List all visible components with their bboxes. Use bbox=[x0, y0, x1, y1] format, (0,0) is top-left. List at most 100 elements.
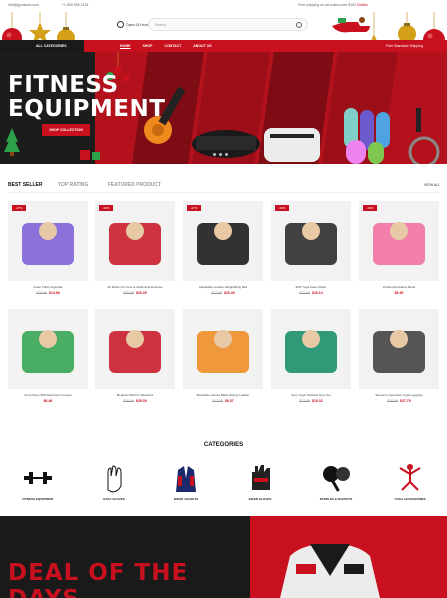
sale-price: $16.14 bbox=[312, 291, 323, 295]
discount-badge: -19% bbox=[363, 205, 377, 211]
product-name[interactable]: Medicine Ball For Workouts bbox=[95, 393, 175, 397]
deal-title-line1: DEAL OF THE bbox=[8, 560, 189, 586]
old-price: $35.99 bbox=[123, 291, 134, 295]
category-item[interactable]: BIKER JACKETS bbox=[156, 462, 216, 506]
product-image[interactable] bbox=[95, 309, 175, 389]
category-label[interactable]: BIKER JACKETS bbox=[156, 497, 216, 501]
product-card[interactable]: -33% EPP Yoga Foam Roller $23.99 $16.14 bbox=[271, 201, 351, 299]
product-tabs: BEST SELLER TOP RATING FEATURED PRODUCT … bbox=[8, 182, 440, 194]
search-icon[interactable] bbox=[296, 22, 302, 28]
product-name[interactable]: Women's Seamless Yoga Leggings bbox=[359, 393, 439, 397]
jacket-icon[interactable] bbox=[170, 462, 202, 494]
site-header: Open 24 Hours Search... bbox=[0, 12, 447, 52]
all-categories-button[interactable]: ALL CATEGORIES bbox=[0, 40, 84, 52]
dumbbell-icon[interactable] bbox=[22, 462, 54, 494]
sale-price: $14.66 bbox=[49, 291, 60, 295]
product-name[interactable]: Motorbike Gloves Black Racing Leather bbox=[183, 393, 263, 397]
category-label[interactable]: FITNESS EQUIPMENT bbox=[8, 497, 68, 501]
product-name[interactable]: Foam Thick Yoga Mat bbox=[8, 285, 88, 289]
discount-badge: -27% bbox=[12, 205, 26, 211]
category-item[interactable]: PADDLES & RACKETS bbox=[306, 462, 366, 506]
hero-title-line2: EQUIPMENT bbox=[8, 96, 166, 122]
contact-phone[interactable]: +1 800 555 1234 bbox=[62, 3, 88, 7]
shipping-details-link[interactable]: Details bbox=[357, 3, 368, 7]
category-label[interactable]: BIKER GLOVES bbox=[230, 497, 290, 501]
product-card[interactable]: Sexy Yoga Tracksuit Gym Set $13.99 $10.32 bbox=[271, 309, 351, 407]
sale-price: $20.49 bbox=[224, 291, 235, 295]
sale-price: $25.29 bbox=[136, 291, 147, 295]
product-card[interactable]: -27% Adjustable Leather Weightlifting Bel… bbox=[183, 201, 263, 299]
tab-featured-product[interactable]: FEATURED PRODUCT bbox=[108, 182, 161, 188]
product-price: $35.99 $25.29 bbox=[95, 291, 175, 295]
tab-top-rating[interactable]: TOP RATING bbox=[58, 182, 88, 188]
product-name[interactable]: Sexy Yoga Tracksuit Gym Set bbox=[271, 393, 351, 397]
product-price: $27.99 $20.49 bbox=[183, 291, 263, 295]
biker-glove-icon[interactable] bbox=[244, 462, 276, 494]
old-price: $27.99 bbox=[211, 291, 222, 295]
product-price: $13.99 $9.37 bbox=[183, 399, 263, 403]
product-card[interactable]: Jump Rope With Electronic Counter $6.46 bbox=[8, 309, 88, 407]
tab-best-seller[interactable]: BEST SELLER bbox=[8, 182, 42, 188]
glove-icon[interactable] bbox=[98, 462, 130, 494]
old-price: $13.99 bbox=[212, 399, 223, 403]
product-name[interactable]: Infinite Resistance Band bbox=[359, 285, 439, 289]
product-price: $39.99 $27.79 bbox=[359, 399, 439, 403]
product-image[interactable] bbox=[359, 201, 439, 281]
product-image[interactable] bbox=[271, 309, 351, 389]
product-name[interactable]: Adjustable Leather Weightlifting Belt bbox=[183, 285, 263, 289]
product-name[interactable]: Ab Roller Pro Core & Abdominal Exercise bbox=[95, 285, 175, 289]
sale-price: $9.37 bbox=[224, 399, 234, 403]
nav-item-contact[interactable]: CONTACT bbox=[164, 44, 181, 48]
sale-price: $29.39 bbox=[136, 399, 147, 403]
product-card[interactable]: -30% Ab Roller Pro Core & Abdominal Exerc… bbox=[95, 201, 175, 299]
product-image[interactable] bbox=[95, 201, 175, 281]
category-item[interactable]: BIKER GLOVES bbox=[230, 462, 290, 506]
slider-dot[interactable] bbox=[225, 153, 228, 156]
product-image[interactable] bbox=[8, 201, 88, 281]
product-price: $23.99 $16.14 bbox=[271, 291, 351, 295]
tabs-divider bbox=[8, 192, 440, 193]
old-price: $13.99 bbox=[299, 399, 310, 403]
category-item[interactable]: FITNESS EQUIPMENT bbox=[8, 462, 68, 506]
product-image[interactable] bbox=[8, 309, 88, 389]
product-card[interactable]: Motorbike Gloves Black Racing Leather $13… bbox=[183, 309, 263, 407]
categories-title: CATEGORIES bbox=[203, 442, 244, 448]
nav-item-shop[interactable]: SHOP bbox=[143, 44, 153, 48]
product-name[interactable]: EPP Yoga Foam Roller bbox=[271, 285, 351, 289]
deal-of-the-days-section: DEAL OF THE DAYS bbox=[0, 516, 447, 598]
category-label[interactable]: PADDLES & RACKETS bbox=[306, 497, 366, 501]
old-price: $23.99 bbox=[299, 291, 310, 295]
nav-item-home[interactable]: HOME bbox=[120, 44, 131, 48]
product-card[interactable]: -19% Infinite Resistance Band $8.99 bbox=[359, 201, 439, 299]
product-image[interactable] bbox=[359, 309, 439, 389]
product-card[interactable]: Women's Seamless Yoga Leggings $39.99 $27.… bbox=[359, 309, 439, 407]
discount-badge: -33% bbox=[275, 205, 289, 211]
sale-price: $8.99 bbox=[394, 291, 404, 295]
contact-email[interactable]: info@gymstore.com bbox=[8, 3, 39, 7]
product-card[interactable]: Medicine Ball For Workouts $39.99 $29.39 bbox=[95, 309, 175, 407]
product-image[interactable] bbox=[183, 201, 263, 281]
category-label[interactable]: YOGA ACCESSORIES bbox=[380, 497, 440, 501]
main-nav: ALL CATEGORIES HOME SHOP CONTACT ABOUT U… bbox=[0, 40, 447, 52]
view-all-link[interactable]: VIEW ALL bbox=[424, 183, 440, 187]
yoga-icon[interactable] bbox=[394, 462, 426, 494]
paddle-icon[interactable] bbox=[320, 462, 352, 494]
shop-collection-button[interactable]: SHOP COLLECTION bbox=[42, 124, 90, 136]
sale-price: $27.79 bbox=[400, 399, 411, 403]
clock-icon bbox=[117, 21, 124, 28]
product-image[interactable] bbox=[271, 201, 351, 281]
product-name[interactable]: Jump Rope With Electronic Counter bbox=[8, 393, 88, 397]
slider-dot[interactable] bbox=[219, 153, 222, 156]
nav-item-about[interactable]: ABOUT US bbox=[193, 44, 211, 48]
product-card[interactable]: -27% Foam Thick Yoga Mat $19.99 $14.66 bbox=[8, 201, 88, 299]
product-image[interactable] bbox=[183, 309, 263, 389]
slider-dot[interactable] bbox=[213, 153, 216, 156]
old-price: $19.99 bbox=[36, 291, 47, 295]
category-item[interactable]: GOLF GLOVES bbox=[84, 462, 144, 506]
search-input[interactable]: Search... bbox=[148, 18, 308, 31]
discount-badge: -27% bbox=[187, 205, 201, 211]
category-item[interactable]: YOGA ACCESSORIES bbox=[380, 462, 440, 506]
free-shipping-label: Free Standard Shipping bbox=[386, 44, 423, 48]
category-label[interactable]: GOLF GLOVES bbox=[84, 497, 144, 501]
hero-banner: FITNESS EQUIPMENT SHOP COLLECTION bbox=[0, 52, 447, 164]
